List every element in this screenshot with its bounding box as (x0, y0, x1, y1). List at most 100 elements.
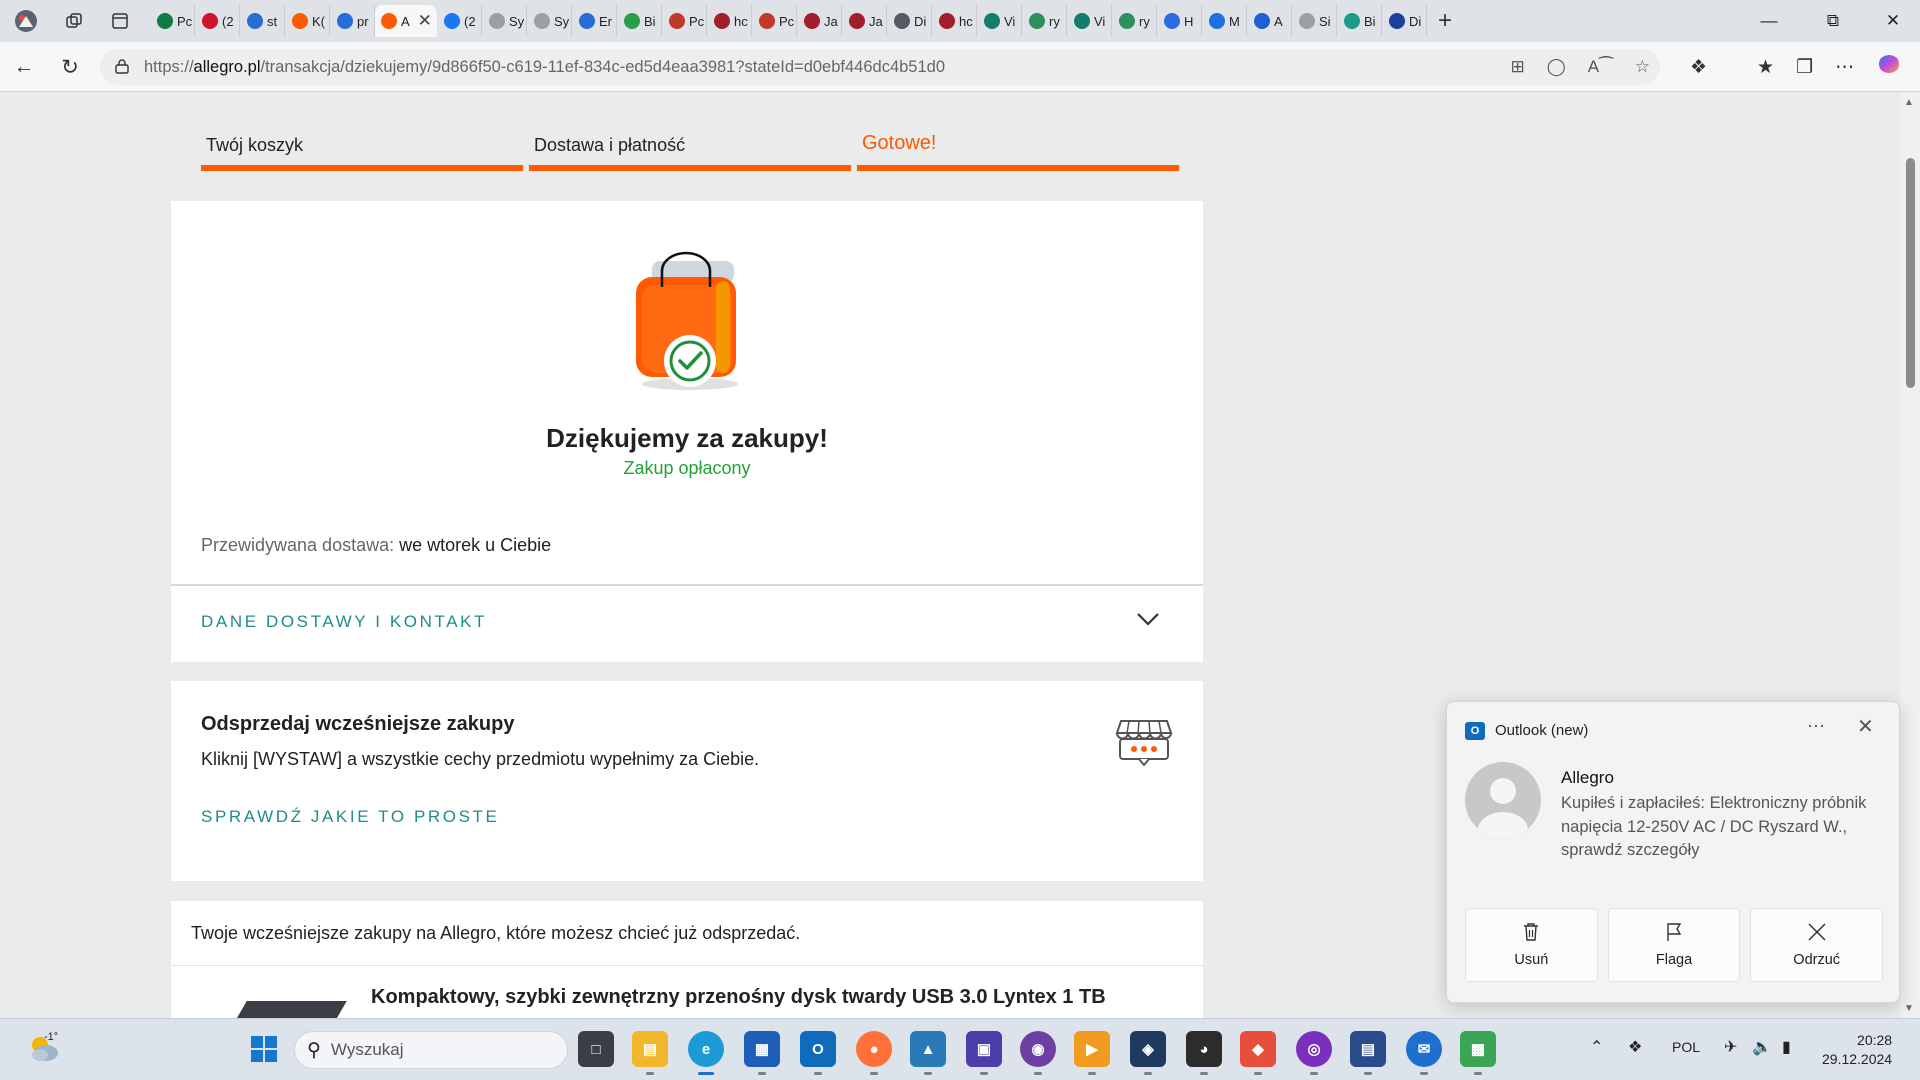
profile-icon[interactable] (10, 6, 42, 36)
browser-tab[interactable]: Di (1382, 5, 1427, 37)
taskbar-search[interactable]: ⚲ Wyszukaj (294, 1031, 568, 1069)
step-cart: Twój koszyk (201, 129, 523, 171)
read-aloud-icon[interactable]: A⁀ (1588, 57, 1613, 77)
browser-tab[interactable]: H (1157, 5, 1202, 37)
mail-icon (1209, 13, 1225, 29)
browser-tab[interactable]: Sy (527, 5, 572, 37)
firefox-icon[interactable]: ● (856, 1031, 892, 1075)
browser-tab[interactable]: M (1202, 5, 1247, 37)
browser-tab[interactable]: Di (887, 5, 932, 37)
browser-tab[interactable]: Si (1292, 5, 1337, 37)
back-icon[interactable]: ← (8, 51, 40, 83)
browser-tab[interactable]: Bi (1337, 5, 1382, 37)
file-explorer-icon[interactable]: ▤ (632, 1031, 668, 1075)
outlook-notification[interactable]: O Outlook (new) ⋯ ✕ Allegro Kupiłeś i za… (1446, 701, 1900, 1003)
browser-tab[interactable]: ry (1112, 5, 1157, 37)
tab-title: Bi (644, 13, 656, 29)
outlook-taskbar-icon[interactable]: O (800, 1031, 836, 1075)
tor-browser-icon[interactable]: ◎ (1296, 1031, 1332, 1075)
media-player-icon[interactable]: ▶ (1074, 1031, 1110, 1075)
save-disk-icon[interactable]: ▣ (966, 1031, 1002, 1075)
restore-icon[interactable]: ⧉ (1806, 0, 1860, 42)
language-indicator[interactable]: POL (1672, 1039, 1700, 1055)
app-available-icon[interactable]: ⊞ (1510, 57, 1524, 77)
browser-tab[interactable]: Ja (842, 5, 887, 37)
coupon-icon[interactable]: ◯ (1547, 57, 1566, 77)
close-window-icon[interactable]: ✕ (1866, 0, 1920, 42)
volume-icon[interactable]: 🔈 (1752, 1037, 1772, 1057)
settings-more-icon[interactable]: ⋯ (1835, 56, 1854, 79)
github-icon[interactable]: ◉ (1020, 1031, 1056, 1075)
browser-tab[interactable]: pr (330, 5, 375, 37)
browser-tab[interactable]: Er (572, 5, 617, 37)
browser-tab[interactable]: Bi (617, 5, 662, 37)
flag-button[interactable]: Flaga (1607, 908, 1741, 982)
browser-tab[interactable]: Vi (1067, 5, 1112, 37)
minimize-icon[interactable]: — (1742, 0, 1796, 42)
store-icon[interactable]: ▦ (744, 1031, 780, 1075)
url-text[interactable]: https://allegro.pl/transakcja/dziekujemy… (144, 58, 945, 77)
browser-tab[interactable]: Ja (797, 5, 842, 37)
thunderbird-icon[interactable]: ✉ (1406, 1031, 1442, 1075)
remote-desktop-icon[interactable]: ▤ (1350, 1031, 1386, 1075)
favorite-star-icon[interactable]: ☆ (1635, 57, 1650, 77)
edge-icon[interactable]: e (688, 1031, 724, 1075)
more-options-icon[interactable]: ⋯ (1807, 716, 1825, 737)
photos-icon[interactable]: ▲ (910, 1031, 946, 1075)
git-icon[interactable]: ◆ (1240, 1031, 1276, 1075)
delete-button[interactable]: Usuń (1465, 908, 1598, 982)
browser-tab[interactable]: Vi (977, 5, 1022, 37)
new-tab-icon[interactable]: + (1427, 7, 1463, 35)
browser-tab[interactable]: A (1247, 5, 1292, 37)
browser-tab[interactable]: Pc (752, 5, 797, 37)
browser-tab[interactable]: Pc (662, 5, 707, 37)
browser-tab[interactable]: (2 (195, 5, 240, 37)
resell-learn-more-link[interactable]: SPRAWDŹ JAKIE TO PROSTE (201, 807, 499, 827)
browser-tab[interactable]: K( (285, 5, 330, 37)
browser-tab[interactable]: st (240, 5, 285, 37)
refresh-icon[interactable]: ↻ (54, 51, 86, 83)
page-scrollbar[interactable]: ▲ ▼ (1900, 93, 1920, 1018)
virtualbox-icon[interactable]: ◈ (1130, 1031, 1166, 1075)
dropbox-icon[interactable]: ❖ (1628, 1037, 1642, 1057)
copilot-icon[interactable] (1876, 51, 1902, 83)
battery-icon[interactable]: ▮ (1782, 1037, 1791, 1057)
browser-tab[interactable]: hc (932, 5, 977, 37)
tab-actions-icon[interactable] (104, 6, 136, 36)
tab-title: Si (1319, 13, 1331, 29)
shop-stall-icon (1115, 720, 1173, 767)
delivery-contact-toggle[interactable]: DANE DOSTAWY I KONTAKT (171, 586, 1203, 662)
browser-tab-active[interactable]: A ✕ (375, 5, 437, 37)
browser-tab[interactable]: ry (1022, 5, 1067, 37)
chevron-down-icon[interactable] (1133, 604, 1163, 634)
collections-icon[interactable]: ❐ (1796, 56, 1813, 79)
product-title-link[interactable]: Kompaktowy, szybki zewnętrzny przenośny … (371, 986, 1106, 1009)
airplane-mode-icon[interactable]: ✈ (1724, 1037, 1737, 1057)
dismiss-button[interactable]: Odrzuć (1750, 908, 1884, 982)
scroll-down-icon[interactable]: ▼ (1904, 1003, 1914, 1014)
show-hidden-icons-icon[interactable]: ⌃ (1590, 1037, 1603, 1057)
browser-tab[interactable]: Sy (482, 5, 527, 37)
network-tool-icon[interactable]: ▩ (1460, 1031, 1496, 1075)
extensions-icon[interactable]: ❖ (1690, 56, 1707, 79)
step-label: Gotowe! (862, 132, 937, 154)
close-tab-icon[interactable]: ✕ (418, 11, 432, 31)
workspaces-icon[interactable] (58, 6, 90, 36)
task-view-icon[interactable]: □ (578, 1031, 614, 1067)
clock[interactable]: 20:28 29.12.2024 (1822, 1031, 1892, 1069)
delivery-label: Przewidywana dostawa: (201, 535, 395, 555)
close-icon[interactable]: ✕ (1857, 714, 1874, 739)
browser-tab[interactable]: (2 (437, 5, 482, 37)
address-bar[interactable]: https://allegro.pl/transakcja/dziekujemy… (100, 49, 1660, 85)
product-thumbnail[interactable] (235, 1001, 347, 1018)
start-icon[interactable] (246, 1031, 282, 1067)
browser-tab[interactable]: Pc (150, 5, 195, 37)
scroll-thumb[interactable] (1906, 158, 1915, 388)
davinci-icon[interactable]: ◕ (1186, 1031, 1222, 1075)
browser-tab[interactable]: hc (707, 5, 752, 37)
scroll-up-icon[interactable]: ▲ (1904, 97, 1914, 108)
lock-icon[interactable] (114, 58, 132, 77)
tab-title: Bi (1364, 13, 1376, 29)
favorites-icon[interactable]: ★ (1757, 56, 1774, 79)
time: 20:28 (1857, 1032, 1893, 1048)
